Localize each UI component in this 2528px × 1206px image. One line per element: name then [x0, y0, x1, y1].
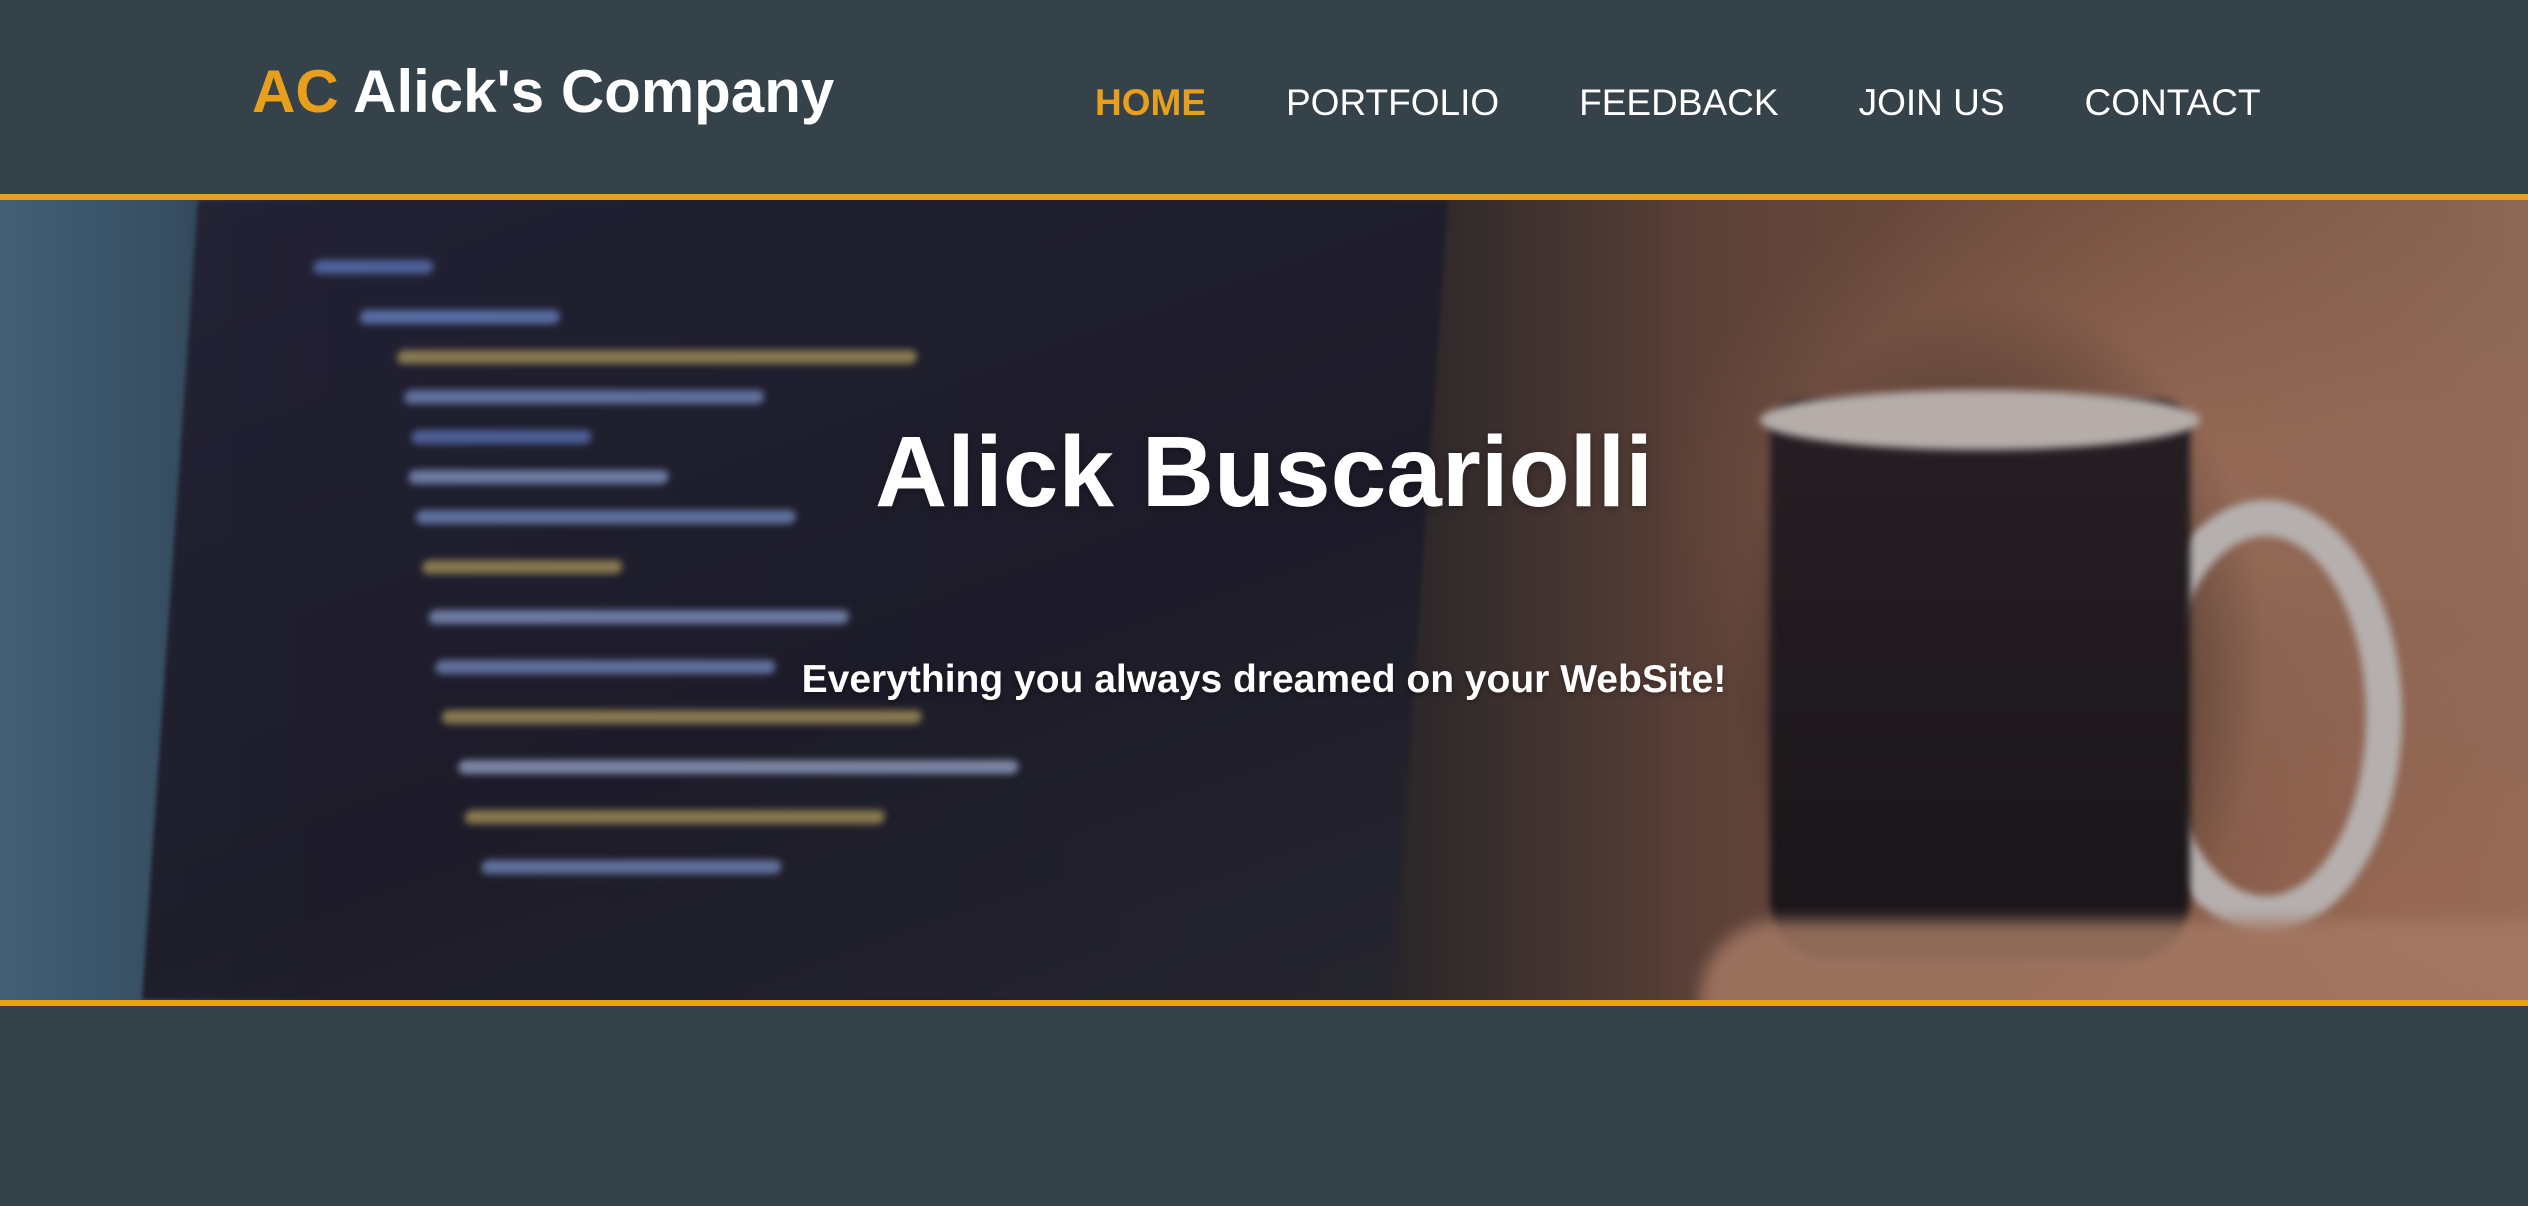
nav-item-portfolio[interactable]: PORTFOLIO: [1286, 84, 1499, 121]
brand-logo[interactable]: AC Alick's Company: [252, 62, 834, 122]
nav-item-contact[interactable]: CONTACT: [2085, 84, 2261, 121]
hero-banner: Alick Buscariolli Everything you always …: [0, 200, 2528, 1006]
brand-initials: AC: [252, 58, 339, 125]
hero-subtitle: Everything you always dreamed on your We…: [801, 658, 1727, 701]
nav-item-join-us[interactable]: JOIN US: [1859, 84, 2005, 121]
brand-name: Alick's Company: [353, 58, 835, 125]
main-nav: HOME PORTFOLIO FEEDBACK JOIN US CONTACT: [1095, 84, 2261, 121]
hero-overlay: [0, 200, 2528, 1000]
nav-item-home[interactable]: HOME: [1095, 84, 1206, 121]
site-header: AC Alick's Company HOME PORTFOLIO FEEDBA…: [0, 0, 2528, 200]
hero-title: Alick Buscariolli: [874, 416, 1654, 528]
nav-item-feedback[interactable]: FEEDBACK: [1579, 84, 1778, 121]
